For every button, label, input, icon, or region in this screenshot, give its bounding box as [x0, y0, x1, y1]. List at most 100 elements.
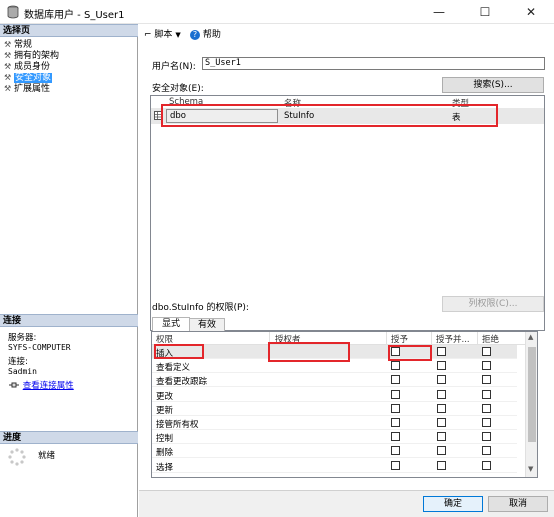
- with-grant-checkbox[interactable]: [437, 375, 446, 385]
- chevron-down-icon: ▼: [175, 31, 181, 39]
- permission-name: 选择: [156, 462, 174, 473]
- close-button[interactable]: ✕: [508, 0, 554, 24]
- securable-highlight-box: [161, 104, 498, 127]
- grant-checkbox[interactable]: [391, 361, 400, 371]
- minimize-button[interactable]: —: [416, 0, 462, 24]
- permission-row[interactable]: 删除: [152, 444, 517, 459]
- window-title: 数据库用户 - S_User1: [24, 10, 125, 21]
- with-grant-checkbox[interactable]: [437, 446, 446, 456]
- permissions-label: dbo.StuInfo 的权限(P):: [152, 303, 249, 313]
- progress-spinner-icon: [8, 448, 26, 466]
- permission-name: 查看定义: [156, 363, 191, 374]
- deny-checkbox[interactable]: [482, 403, 491, 413]
- nav-item-1[interactable]: ⚒ 拥有的架构: [4, 50, 59, 61]
- grant-checkbox[interactable]: [391, 432, 400, 442]
- with-grant-checkbox[interactable]: [437, 403, 446, 413]
- wrench-icon: ⚒: [4, 40, 12, 49]
- wrench-icon: ⚒: [4, 62, 12, 71]
- with-grant-checkbox[interactable]: [437, 347, 446, 356]
- nav-item-2[interactable]: ⚒ 成员身份: [4, 61, 50, 72]
- grant-checkbox[interactable]: [391, 389, 400, 399]
- deny-checkbox[interactable]: [482, 418, 491, 427]
- nav-item-label: 拥有的架构: [14, 51, 60, 61]
- grant-checkbox[interactable]: [391, 375, 400, 385]
- column-permissions-button[interactable]: 列权限(C)...: [442, 296, 544, 312]
- deny-checkbox[interactable]: [482, 389, 491, 399]
- connection-header: 连接: [0, 314, 138, 327]
- with-grant-checkbox[interactable]: [437, 418, 446, 427]
- username-label: 用户名(N):: [152, 62, 196, 72]
- deny-checkbox[interactable]: [482, 361, 491, 371]
- grant-checkbox[interactable]: [391, 418, 400, 427]
- grant-checkbox[interactable]: [391, 460, 400, 470]
- perm-header-deny: 拒绝: [482, 335, 500, 345]
- main-panel: 用户名(N): S_User1 安全对象(E): 搜索(S)... Schema…: [139, 40, 554, 490]
- wrench-icon: ⚒: [4, 73, 12, 82]
- search-button[interactable]: 搜索(S)...: [442, 77, 544, 93]
- permission-row[interactable]: 更改: [152, 388, 517, 402]
- with-grant-checkbox[interactable]: [437, 389, 446, 399]
- permission-row[interactable]: 选择: [152, 459, 517, 473]
- scroll-down-icon[interactable]: ▼: [528, 465, 533, 473]
- permission-name: 控制: [156, 434, 174, 445]
- deny-checkbox[interactable]: [482, 375, 491, 385]
- nav-item-label: 成员身份: [14, 62, 51, 72]
- permission-name: 查看更改跟踪: [156, 377, 208, 388]
- footer-bar: 确定 取消: [139, 490, 554, 517]
- view-connection-properties-link[interactable]: 查看连接属性: [23, 381, 74, 391]
- select-page-header: 选择页: [0, 24, 138, 37]
- wrench-icon: ⚒: [4, 84, 12, 93]
- nav-item-4[interactable]: ⚒ 扩展属性: [4, 83, 50, 94]
- permission-name: 接管所有权: [156, 420, 199, 430]
- permissions-scrollbar[interactable]: ▲ ▼: [525, 332, 537, 477]
- permission-name: 删除: [156, 448, 174, 459]
- script-icon: ⌐: [144, 30, 152, 40]
- connection-value: Sadmin: [8, 367, 37, 376]
- scroll-up-icon[interactable]: ▲: [528, 333, 533, 341]
- permission-row[interactable]: 更新: [152, 402, 517, 416]
- connection-label: 连接:: [8, 357, 28, 367]
- help-label: 帮助: [202, 30, 221, 40]
- help-button[interactable]: ? 帮助: [190, 27, 221, 40]
- left-panel: 选择页 ⚒ 常规 ⚒ 拥有的架构 ⚒ 成员身份 ⚒ 安全对象 ⚒ 扩展属性 连接 服务器: SYF…: [0, 24, 138, 517]
- nav-item-0[interactable]: ⚒ 常规: [4, 39, 32, 50]
- permission-row[interactable]: 接管所有权: [152, 416, 517, 430]
- grant-checkbox[interactable]: [391, 403, 400, 413]
- server-label: 服务器:: [8, 333, 37, 343]
- nav-item-3[interactable]: ⚒ 安全对象: [4, 72, 53, 83]
- toolbar: ⌐ 脚本 ▼ ? 帮助: [139, 24, 554, 40]
- with-grant-checkbox[interactable]: [437, 361, 446, 371]
- deny-checkbox[interactable]: [482, 347, 491, 356]
- grant-checkbox[interactable]: [391, 446, 400, 456]
- username-field[interactable]: S_User1: [202, 57, 545, 70]
- deny-checkbox[interactable]: [482, 432, 491, 442]
- maximize-button[interactable]: ☐: [462, 0, 508, 24]
- ok-button[interactable]: 确定: [423, 496, 483, 512]
- permission-name: 更改: [156, 391, 174, 402]
- grantor-highlight-box: [268, 342, 350, 362]
- tab-explicit[interactable]: 显式: [152, 317, 190, 331]
- help-icon: ?: [190, 30, 200, 40]
- progress-header: 进度: [0, 431, 138, 444]
- nav-item-label: 常规: [14, 40, 33, 50]
- connection-icon: [9, 382, 19, 388]
- permission-highlight-box: [154, 344, 204, 359]
- perm-header-with-grant: 授予并...: [436, 335, 470, 345]
- perm-header-grant: 授予: [391, 335, 409, 345]
- deny-checkbox[interactable]: [482, 446, 491, 456]
- securables-label: 安全对象(E):: [152, 84, 204, 94]
- script-button[interactable]: ⌐ 脚本 ▼: [144, 27, 181, 40]
- view-connection-properties[interactable]: 查看连接属性: [8, 381, 74, 391]
- grant-highlight-box: [388, 345, 432, 361]
- permission-row[interactable]: 控制: [152, 430, 517, 445]
- with-grant-checkbox[interactable]: [437, 432, 446, 442]
- permissions-grid: 权限 授权者 授予 授予并... 拒绝 插入 查看定义 查看更改跟踪 更改 更新 接管所有…: [151, 331, 538, 478]
- tab-effective[interactable]: 有效: [189, 318, 225, 331]
- with-grant-checkbox[interactable]: [437, 460, 446, 470]
- cancel-button[interactable]: 取消: [488, 496, 548, 512]
- scroll-thumb[interactable]: [528, 347, 536, 442]
- permission-row[interactable]: 查看更改跟踪: [152, 373, 517, 388]
- deny-checkbox[interactable]: [482, 460, 491, 470]
- progress-status: 就绪: [38, 451, 56, 461]
- script-label: 脚本: [154, 30, 173, 40]
